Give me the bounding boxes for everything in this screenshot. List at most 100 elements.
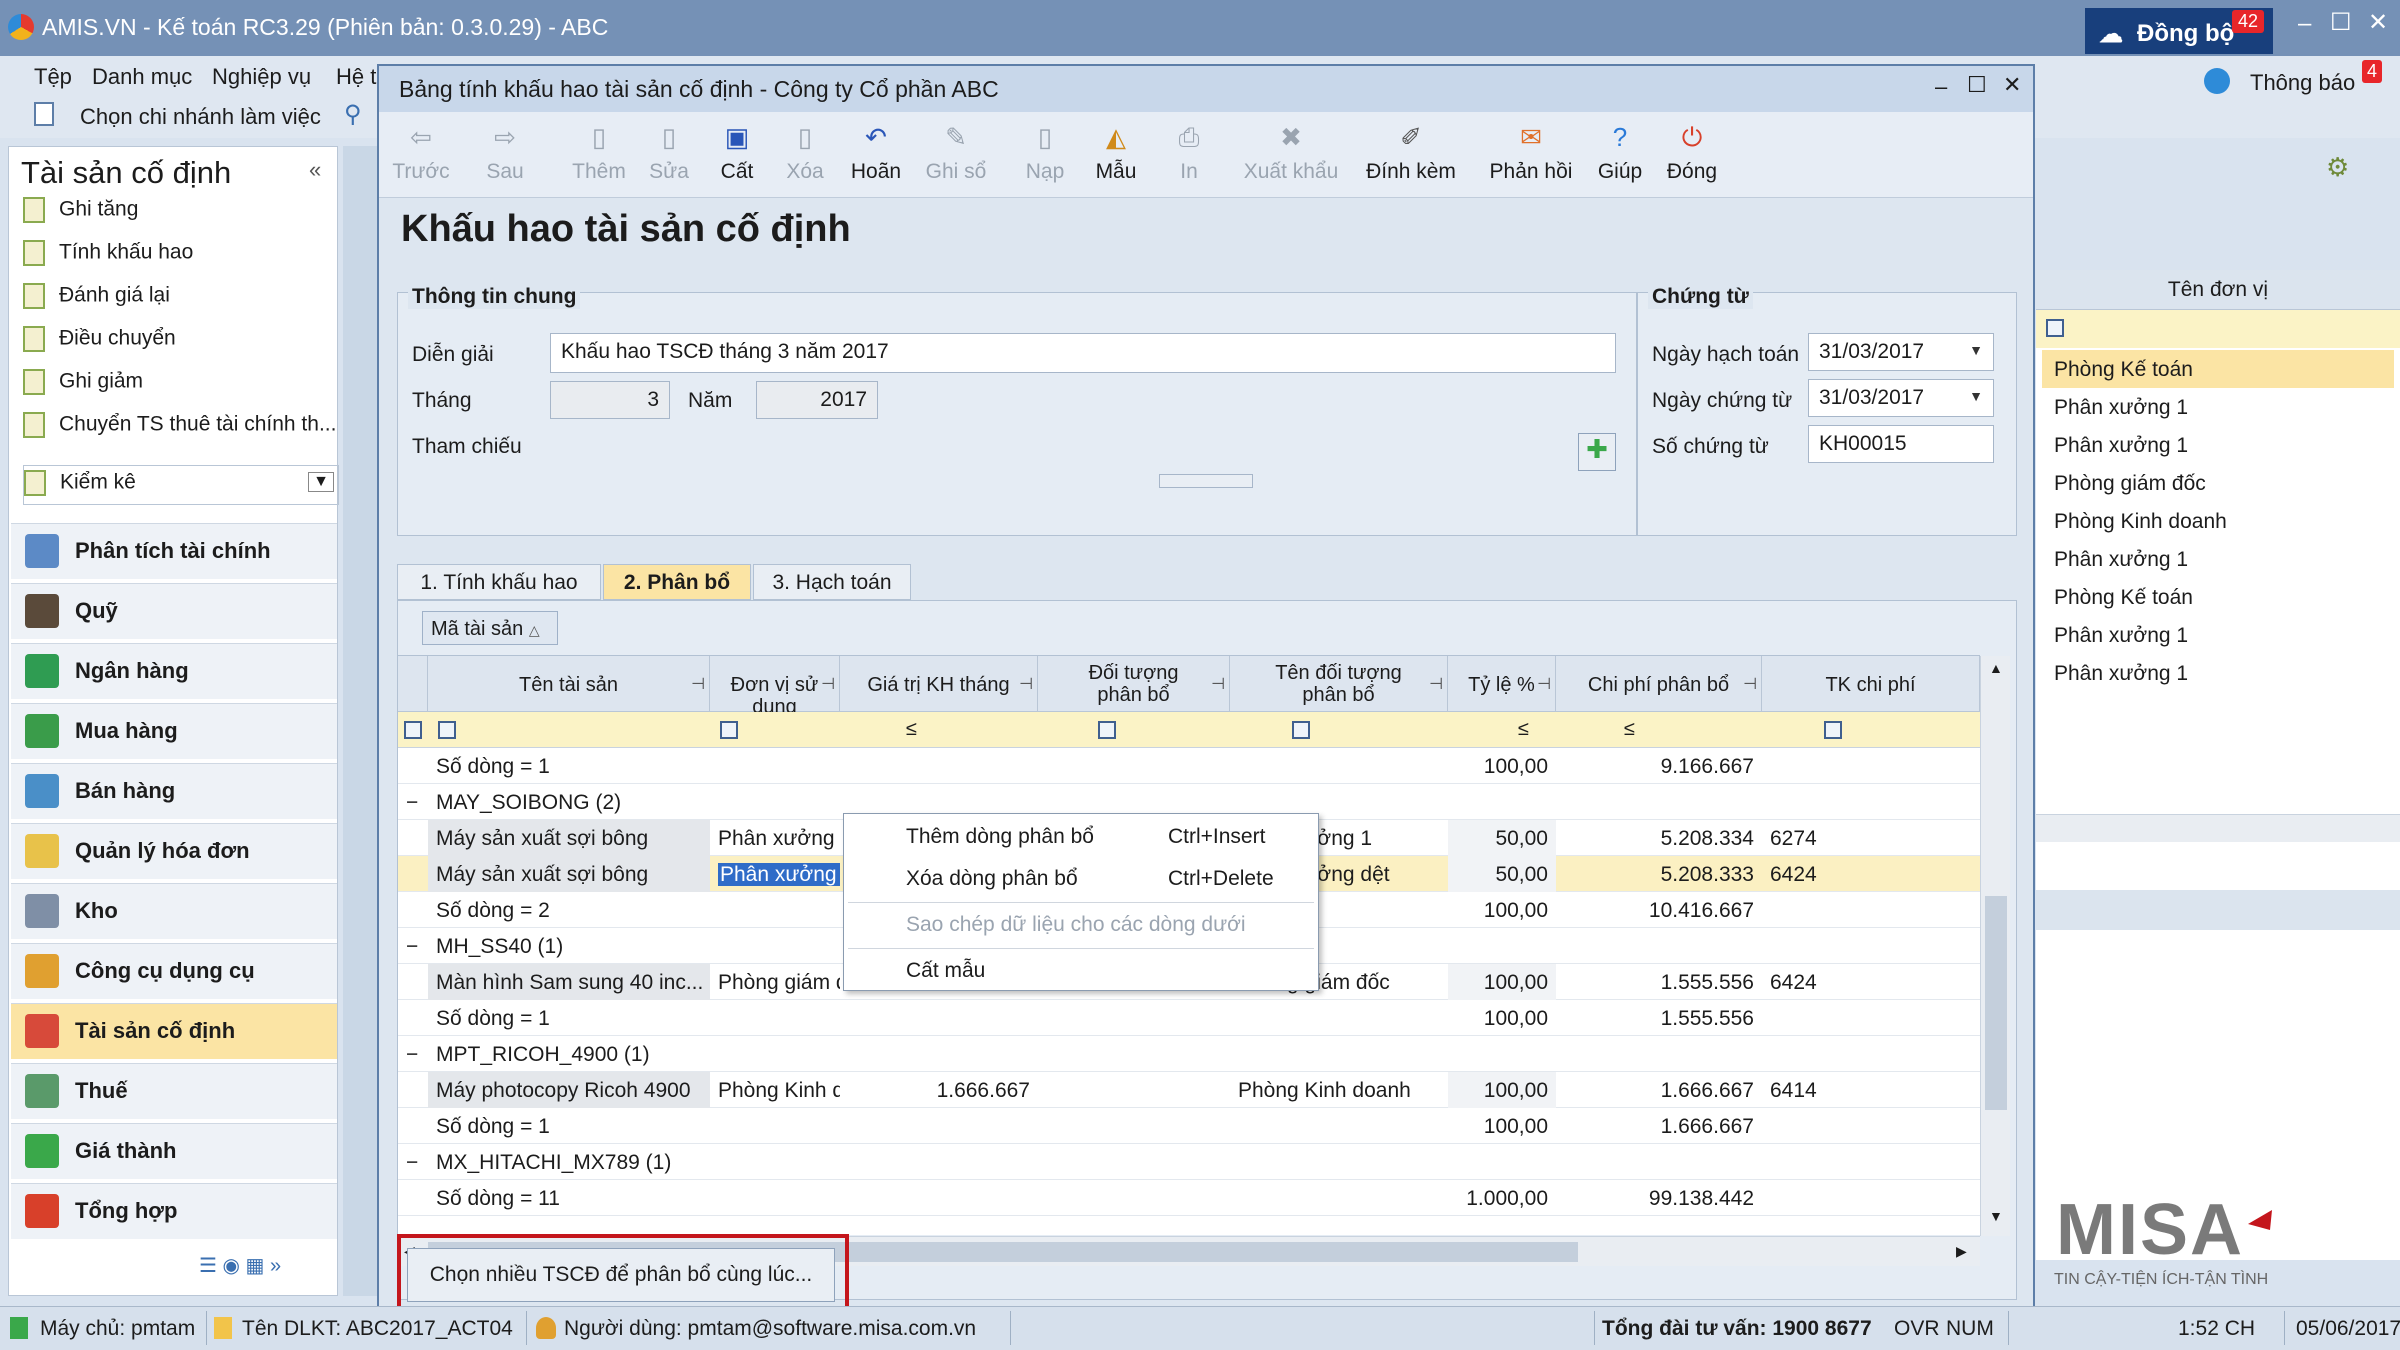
cell-tk[interactable]: 6424 [1762, 856, 1980, 892]
pin-icon[interactable]: ⊣ [691, 674, 705, 696]
splitter-handle[interactable] [1159, 474, 1253, 488]
grid-vertical-scrollbar[interactable]: ▲ ▼ [1980, 656, 2010, 1236]
filter-checkbox[interactable] [438, 721, 456, 739]
cell-don-vi[interactable]: Phân xưởng 1 [710, 856, 840, 892]
dialog-maximize-button[interactable]: ☐ [1967, 72, 1987, 98]
cell-ty-le[interactable]: 50,00 [1448, 820, 1556, 856]
cell-chi-phi[interactable]: 1.555.556 [1556, 964, 1762, 1000]
dien-giai-input[interactable]: Khấu hao TSCĐ tháng 3 năm 2017 [550, 333, 1616, 373]
col-header-ten-doi-tuong[interactable]: Tên đối tượng phân bổ ⊣ [1230, 656, 1448, 712]
nav-sub-kiem-ke[interactable]: Kiểm kê ▼ [23, 465, 339, 505]
notification-label[interactable]: Thông báo [2250, 70, 2355, 96]
cell-ty-le[interactable]: 50,00 [1448, 856, 1556, 892]
pin-icon[interactable]: ⊣ [1211, 674, 1225, 696]
collapse-toggle-icon[interactable]: − [398, 928, 428, 964]
nav-module-hoa-don[interactable]: Quản lý hóa đơn [11, 823, 337, 879]
nav-sub-tinh-khau-hao[interactable]: Tính khấu hao [23, 240, 193, 280]
pin-icon[interactable]: ⊣ [1743, 674, 1757, 696]
so-chung-tu-input[interactable]: KH00015 [1808, 425, 1994, 463]
cell-tk[interactable]: 6414 [1762, 1072, 1980, 1108]
add-reference-icon[interactable]: ✚ [1578, 433, 1616, 471]
toolbar-feedback-button[interactable]: ✉ Phản hồi [1481, 116, 1581, 196]
summary-row[interactable]: Số dòng = 1 100,00 1.555.556 [398, 1000, 1980, 1036]
toolbar-template-button[interactable]: ◭ Mẫu [1081, 116, 1151, 196]
scroll-thumb[interactable] [1985, 896, 2007, 1110]
cell-ten[interactable]: Máy photocopy Ricoh 4900 [428, 1072, 710, 1108]
filter-lte-icon[interactable]: ≤ [1518, 718, 1529, 741]
thang-input[interactable]: 3 [550, 381, 670, 419]
cell-tk[interactable]: 6424 [1762, 964, 1980, 1000]
cell-ty-le[interactable]: 100,00 [1448, 964, 1556, 1000]
minimize-button[interactable]: – [2298, 10, 2311, 38]
chevron-down-icon[interactable]: ▼ [1961, 388, 1991, 404]
nav-module-phan-tich[interactable]: Phân tích tài chính [11, 523, 337, 579]
filter-checkbox[interactable] [1098, 721, 1116, 739]
cell-don-vi[interactable]: Phân xưởng 1 [710, 820, 840, 856]
tab-phan-bo[interactable]: 2. Phân bổ [603, 564, 751, 600]
select-multiple-assets-button[interactable]: Chọn nhiều TSCĐ để phân bổ cùng lúc... [407, 1248, 835, 1302]
menu-system[interactable]: Hệ t [336, 64, 376, 90]
pin-icon[interactable]: ⊣ [1429, 674, 1443, 696]
ngay-hach-toan-input[interactable]: 31/03/2017 ▼ [1808, 333, 1994, 371]
cell-chi-phi[interactable]: 1.666.667 [1556, 1072, 1762, 1108]
cell-don-vi[interactable]: Phòng Kinh doa... [710, 1072, 840, 1108]
filter-checkbox[interactable] [2046, 319, 2064, 337]
nav-module-cong-cu[interactable]: Công cụ dụng cụ [11, 943, 337, 999]
unit-row[interactable]: Phòng Kế toán [2042, 350, 2394, 388]
summary-row[interactable]: Số dòng = 1 100,00 9.166.667 [398, 748, 1980, 784]
toolbar-reload-button[interactable]: ▯ Nạp [1015, 116, 1075, 196]
search-icon[interactable]: ⚲ [344, 100, 362, 129]
toolbar-export-button[interactable]: ✖ Xuất khẩu [1241, 116, 1341, 196]
filter-clear-icon[interactable] [404, 721, 422, 739]
ctx-copy-down[interactable]: Sao chép dữ liệu cho các dòng dưới [844, 904, 1318, 946]
toolbar-post-button[interactable]: ✎ Ghi sổ [921, 116, 991, 196]
chevron-down-icon[interactable]: ▼ [1961, 342, 1991, 358]
unit-row[interactable]: Phân xưởng 1 [2042, 388, 2394, 426]
cell-don-vi[interactable]: Phòng giám đốc [710, 964, 840, 1000]
col-header-gia-tri[interactable]: Giá trị KH tháng ⊣ [840, 656, 1038, 712]
toolbar-undo-button[interactable]: ↶ Hoãn [843, 116, 909, 196]
nav-sub-ghi-giam[interactable]: Ghi giảm [23, 369, 143, 409]
notification-icon[interactable] [2204, 68, 2230, 94]
nav-sub-dieu-chuyen[interactable]: Điều chuyển [23, 326, 176, 366]
menu-catalog[interactable]: Danh mục [92, 64, 192, 90]
group-row[interactable]: − MPT_RICOH_4900 (1) [398, 1036, 1980, 1072]
unit-row[interactable]: Phân xưởng 1 [2042, 616, 2394, 654]
nam-input[interactable]: 2017 [756, 381, 878, 419]
nav-module-thue[interactable]: Thuế [11, 1063, 337, 1119]
collapse-icon[interactable]: « [309, 157, 321, 183]
menu-operations[interactable]: Nghiệp vụ [212, 64, 311, 90]
filter-checkbox[interactable] [1292, 721, 1310, 739]
group-row[interactable]: − MX_HITACHI_MX789 (1) [398, 1144, 1980, 1180]
nav-options-icon[interactable]: ☰ ◉ ▦ » [199, 1253, 281, 1278]
toolbar-next-button[interactable]: ⇨ Sau [475, 116, 535, 196]
scroll-right-icon[interactable]: ▶ [1956, 1243, 1967, 1260]
cell-ty-le[interactable]: 100,00 [1448, 1072, 1556, 1108]
cell-chi-phi[interactable]: 5.208.334 [1556, 820, 1762, 856]
cell-ten[interactable]: Máy sản xuất sợi bông [428, 820, 710, 856]
unit-row[interactable]: Phân xưởng 1 [2042, 540, 2394, 578]
nav-module-tong-hop[interactable]: Tổng hợp [11, 1183, 337, 1239]
maximize-button[interactable]: ☐ [2330, 8, 2352, 37]
nav-module-tai-san[interactable]: Tài sản cố định [11, 1003, 337, 1059]
pin-icon[interactable]: ⊣ [821, 674, 835, 696]
filter-lte-icon[interactable]: ≤ [906, 718, 917, 741]
ctx-delete-allocation-row[interactable]: Xóa dòng phân bổ Ctrl+Delete [844, 858, 1318, 900]
nav-sub-danh-gia-lai[interactable]: Đánh giá lại [23, 283, 170, 323]
col-header-ten-tai-san[interactable]: Tên tài sản ⊣ [428, 656, 710, 712]
ctx-save-template[interactable]: Cất mẫu [844, 950, 1318, 992]
toolbar-edit-button[interactable]: ▯ Sửa [639, 116, 699, 196]
col-header-chi-phi[interactable]: Chi phí phân bổ ⊣ [1556, 656, 1762, 712]
col-header-ty-le[interactable]: Tỷ lệ % ⊣ [1448, 656, 1556, 712]
filter-checkbox[interactable] [720, 721, 738, 739]
nav-module-quy[interactable]: Quỹ [11, 583, 337, 639]
cell-ten[interactable]: Màn hình Sam sung 40 inc... [428, 964, 710, 1000]
scroll-up-icon[interactable]: ▲ [1989, 660, 2003, 676]
dialog-close-button[interactable]: ✕ [2003, 72, 2021, 98]
scroll-down-icon[interactable]: ▼ [1989, 1208, 2003, 1224]
toolbar-prev-button[interactable]: ⇦ Trước [391, 116, 451, 196]
chevron-down-icon[interactable]: ▼ [308, 472, 334, 492]
summary-row[interactable]: Số dòng = 11 1.000,00 99.138.442 [398, 1180, 1980, 1216]
cell-ten-doi_tuong[interactable]: Phòng Kinh doanh [1230, 1072, 1448, 1108]
col-header-doi-tuong[interactable]: Đối tượng phân bổ ⊣ [1038, 656, 1230, 712]
